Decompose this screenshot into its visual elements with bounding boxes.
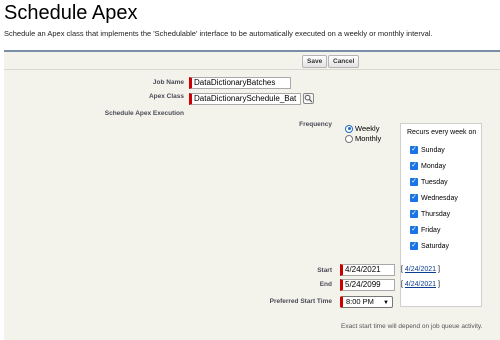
end-label: End <box>319 281 332 288</box>
apex-class-input[interactable]: DataDictionarySchedule_Bat <box>189 93 301 105</box>
save-button[interactable]: Save <box>302 55 328 68</box>
cancel-button[interactable]: Cancel <box>328 55 360 68</box>
radio-unselected-icon <box>345 134 353 143</box>
schedule-form-panel: Save Cancel Job Name DataDictionaryBatch… <box>4 50 500 340</box>
page-description: Schedule an Apex class that implements t… <box>4 29 433 38</box>
checkbox-checked-icon: ✓ <box>410 178 418 186</box>
frequency-weekly-radio[interactable]: Weekly <box>345 124 379 133</box>
button-bar: Save Cancel <box>4 52 500 70</box>
day-wednesday-checkbox[interactable]: ✓ Wednesday <box>410 194 458 202</box>
start-time-footnote: Exact start time will depend on job queu… <box>341 323 483 330</box>
preferred-start-time-label: Preferred Start Time <box>269 298 332 305</box>
start-label: Start <box>317 267 332 274</box>
job-name-input[interactable]: DataDictionaryBatches <box>189 77 291 89</box>
checkbox-checked-icon: ✓ <box>410 210 418 218</box>
end-today-link[interactable]: [ 4/24/2021 ] <box>401 281 440 288</box>
day-monday-checkbox[interactable]: ✓ Monday <box>410 162 446 170</box>
start-date-input[interactable]: 4/24/2021 <box>340 264 395 276</box>
checkbox-checked-icon: ✓ <box>410 162 418 170</box>
checkbox-checked-icon: ✓ <box>410 146 418 154</box>
recurs-label: Recurs every week on <box>407 129 477 136</box>
day-thursday-checkbox[interactable]: ✓ Thursday <box>410 210 450 218</box>
checkbox-checked-icon: ✓ <box>410 242 418 250</box>
end-date-input[interactable]: 5/24/2099 <box>340 279 395 291</box>
start-today-link[interactable]: [ 4/24/2021 ] <box>401 266 440 273</box>
checkbox-checked-icon: ✓ <box>410 226 418 234</box>
page-title: Schedule Apex <box>4 2 138 24</box>
recurrence-days-box: Recurs every week on ✓ Sunday ✓ Monday ✓ Tu… <box>400 123 482 307</box>
day-tuesday-checkbox[interactable]: ✓ Tuesday <box>410 178 448 186</box>
radio-selected-icon <box>345 124 353 133</box>
apex-class-label: Apex Class <box>148 93 184 100</box>
day-saturday-checkbox[interactable]: ✓ Saturday <box>410 242 449 250</box>
preferred-start-time-select[interactable]: 8:00 PM ▼ <box>340 296 393 308</box>
frequency-label: Frequency <box>299 121 332 128</box>
day-sunday-checkbox[interactable]: ✓ Sunday <box>410 146 445 154</box>
schedule-execution-label: Schedule Apex Execution <box>104 110 184 117</box>
chevron-down-icon: ▼ <box>383 300 389 306</box>
day-friday-checkbox[interactable]: ✓ Friday <box>410 226 440 234</box>
checkbox-checked-icon: ✓ <box>410 194 418 202</box>
lookup-icon[interactable] <box>303 93 314 104</box>
frequency-monthly-radio[interactable]: Monthly <box>345 134 381 143</box>
job-name-label: Job Name <box>152 79 184 86</box>
